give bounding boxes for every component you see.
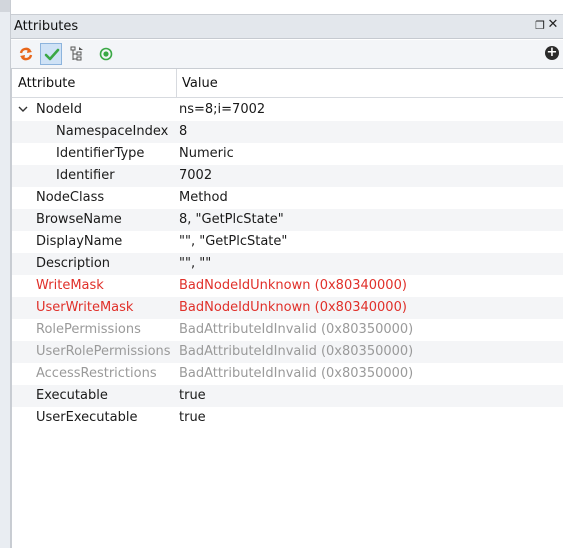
- table-row[interactable]: BrowseName 8, "GetPlcState": [12, 209, 563, 231]
- attribute-name: UserWriteMask: [36, 300, 134, 315]
- attribute-value: true: [179, 410, 206, 425]
- top-band: [11, 0, 563, 15]
- attributes-window: Attributes ❐ ✕ + Attribute Value NodeId …: [0, 0, 563, 548]
- attribute-name: DisplayName: [36, 234, 123, 249]
- table-row[interactable]: RolePermissions BadAttributeIdInvalid (0x…: [12, 319, 563, 341]
- attribute-name: WriteMask: [36, 278, 104, 293]
- attribute-value: BadAttributeIdInvalid (0x80350000): [179, 344, 414, 359]
- panel-title-bar[interactable]: Attributes ❐ ✕: [11, 15, 563, 39]
- attribute-value: 7002: [179, 168, 213, 183]
- table-row[interactable]: AccessRestrictions BadAttributeIdInvalid …: [12, 363, 563, 385]
- attribute-name: IdentifierType: [56, 146, 145, 161]
- table-row[interactable]: Identifier 7002: [12, 165, 563, 187]
- radio-target-icon: [99, 47, 113, 61]
- attribute-value: Method: [179, 190, 228, 205]
- attribute-name: UserExecutable: [36, 410, 138, 425]
- attribute-value: BadAttributeIdInvalid (0x80350000): [179, 322, 414, 337]
- attribute-name: RolePermissions: [36, 322, 141, 337]
- table-row[interactable]: Description "", "": [12, 253, 563, 275]
- attribute-value: true: [179, 388, 206, 403]
- attribute-value: 8, "GetPlcState": [179, 212, 284, 227]
- attribute-name: NodeId: [36, 102, 83, 117]
- attribute-value: ns=8;i=7002: [179, 102, 266, 117]
- column-divider[interactable]: [176, 69, 177, 97]
- attribute-value: "", "": [179, 256, 212, 271]
- attribute-name: NamespaceIndex: [56, 124, 169, 139]
- float-window-icon[interactable]: ❐: [533, 19, 547, 33]
- attribute-value: 8: [179, 124, 188, 139]
- attribute-name: NodeClass: [36, 190, 105, 205]
- add-icon[interactable]: +: [545, 46, 559, 60]
- watch-button[interactable]: [95, 43, 117, 65]
- tree-view-button[interactable]: [66, 43, 88, 65]
- table-row[interactable]: NodeClass Method: [12, 187, 563, 209]
- refresh-button[interactable]: [15, 43, 37, 65]
- tree-icon: [70, 46, 83, 61]
- table-row[interactable]: Executable true: [12, 385, 563, 407]
- table-row[interactable]: WriteMask BadNodeIdUnknown (0x80340000): [12, 275, 563, 297]
- panel-title: Attributes: [14, 19, 79, 34]
- chevron-down-icon[interactable]: [17, 103, 29, 115]
- attributes-grid: Attribute Value NodeId ns=8;i=7002 Namespa…: [11, 69, 563, 548]
- table-row[interactable]: IdentifierType Numeric: [12, 143, 563, 165]
- verify-button[interactable]: [40, 43, 62, 65]
- left-dock-strip: [0, 0, 11, 548]
- refresh-icon: [19, 47, 33, 61]
- attribute-value: "", "GetPlcState": [179, 234, 288, 249]
- toolbar: +: [11, 40, 563, 69]
- attribute-name: BrowseName: [36, 212, 122, 227]
- attribute-value: BadNodeIdUnknown (0x80340000): [179, 278, 407, 293]
- column-header-value[interactable]: Value: [182, 76, 218, 91]
- attribute-name: Description: [36, 256, 111, 271]
- attribute-value: BadAttributeIdInvalid (0x80350000): [179, 366, 414, 381]
- close-icon[interactable]: ✕: [546, 18, 560, 32]
- grid-header: Attribute Value: [12, 69, 563, 98]
- table-row[interactable]: NamespaceIndex 8: [12, 121, 563, 143]
- table-row[interactable]: UserWriteMask BadNodeIdUnknown (0x8034000…: [12, 297, 563, 319]
- attribute-value: Numeric: [179, 146, 234, 161]
- attribute-name: UserRolePermissions: [36, 344, 171, 359]
- attribute-name: AccessRestrictions: [36, 366, 157, 381]
- attribute-name: Identifier: [56, 168, 115, 183]
- attribute-value: BadNodeIdUnknown (0x80340000): [179, 300, 407, 315]
- table-row[interactable]: DisplayName "", "GetPlcState": [12, 231, 563, 253]
- column-header-attribute[interactable]: Attribute: [18, 76, 75, 91]
- table-row[interactable]: UserRolePermissions BadAttributeIdInvalid…: [12, 341, 563, 363]
- checkmark-icon: [44, 48, 60, 61]
- attribute-name: Executable: [36, 388, 108, 403]
- left-dock-strip-top: [0, 0, 10, 12]
- table-row[interactable]: UserExecutable true: [12, 407, 563, 429]
- table-row[interactable]: NodeId ns=8;i=7002: [12, 99, 563, 121]
